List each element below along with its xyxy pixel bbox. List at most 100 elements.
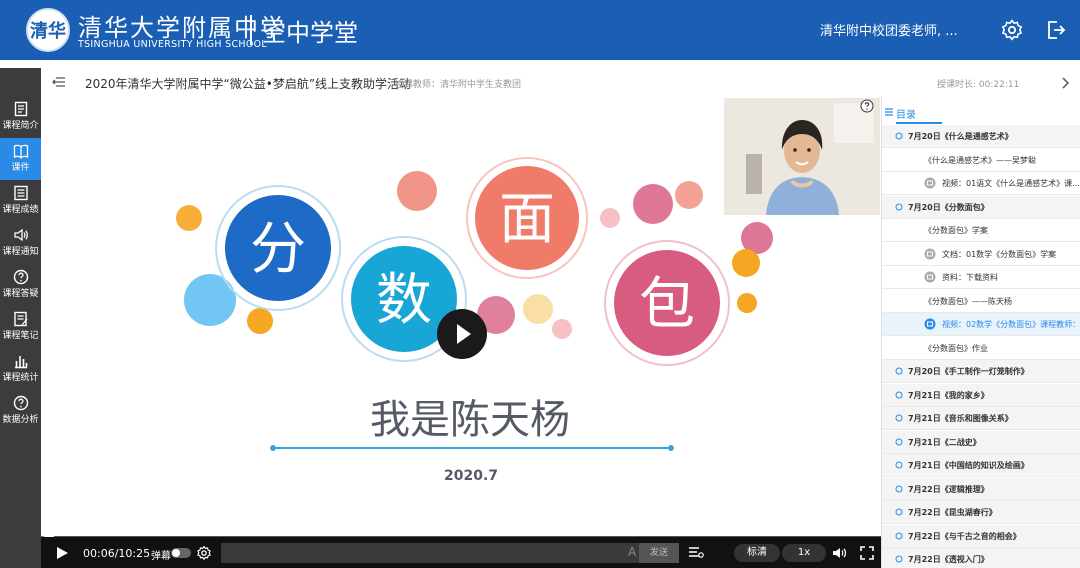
teacher-label: 授课教师：清华附中学生支教团 <box>395 80 522 90</box>
time-display: 00:06/10:25 <box>83 547 151 560</box>
sidebar-item-label: 数据分析 <box>2 415 39 425</box>
sidebar-item-qa[interactable]: 课程答疑 <box>0 264 41 306</box>
toc-chapter[interactable]: 7月21日《二战史》 <box>882 430 1080 454</box>
toc-item-label: 7月21日《音乐和图像关系》 <box>908 414 1013 423</box>
collapse-menu-icon[interactable] <box>52 76 66 88</box>
top-header: 清华 清华大学附属中学 TSINGHUA UNIVERSITY HIGH SCH… <box>0 0 1080 60</box>
video-icon <box>924 318 936 330</box>
danmu-toggle[interactable] <box>171 548 191 558</box>
toc-chapter[interactable]: 7月22日《逻辑推理》 <box>882 477 1080 501</box>
toc-item-label: 视频：02数学《分数面包》课程教师：... <box>942 320 1080 329</box>
sidebar-item-notice[interactable]: 课程通知 <box>0 222 41 264</box>
download-icon <box>924 271 936 283</box>
toc-item-label: 资料：下载资料 <box>942 273 998 282</box>
toc-item-label: 7月20日《什么是通感艺术》 <box>908 132 1013 141</box>
volume-icon[interactable] <box>832 546 848 560</box>
left-sidebar: 课程简介 课件 课程成绩 课程通知 课程答疑 课程笔记 课程统计 数据分析 <box>0 68 41 568</box>
toc-chapter[interactable]: 7月22日《昆虫湖春行》 <box>882 501 1080 524</box>
send-button[interactable]: 发送 <box>639 543 679 563</box>
sidebar-item-analysis[interactable]: 数据分析 <box>0 390 41 432</box>
toc-item-label: 7月20日《手工制作一灯笼制作》 <box>908 367 1029 376</box>
toc-chapter[interactable]: 7月20日《分数面包》 <box>882 195 1080 219</box>
settings-gear-icon[interactable] <box>1000 18 1024 42</box>
toc-tab-underline <box>896 122 942 124</box>
sidebar-item-label: 课程成绩 <box>2 205 39 215</box>
sidebar-item-label: 课程笔记 <box>2 331 39 341</box>
play-overlay-icon[interactable] <box>436 308 488 360</box>
chapter-bullet-icon <box>895 367 903 375</box>
speed-button[interactable]: 1x <box>782 544 826 562</box>
chevron-right-icon[interactable] <box>1061 76 1071 90</box>
toc-tab[interactable]: 目录 <box>896 106 916 121</box>
chapter-bullet-icon <box>895 203 903 210</box>
danmu-input[interactable] <box>221 543 639 563</box>
slide-date: 2020.7 <box>444 468 498 484</box>
play-icon[interactable] <box>55 546 69 560</box>
chapter-bullet-icon <box>895 555 903 563</box>
toc-resource[interactable]: 视频：02数学《分数面包》课程教师：... <box>882 313 1080 336</box>
fullscreen-icon[interactable] <box>860 546 874 560</box>
toc-section[interactable]: 《分数面包》作业 <box>882 337 1080 360</box>
toc-item-label: 7月21日《中国结的知识及绘画》 <box>908 461 1029 470</box>
toc-item-label: 视频：01语文《什么是通感艺术》课... <box>942 179 1080 188</box>
toc-section[interactable]: 《分数面包》——陈天杨 <box>882 290 1080 313</box>
document-icon <box>14 101 27 117</box>
sidebar-item-stats[interactable]: 课程统计 <box>0 348 41 390</box>
toc-chapter[interactable]: 7月20日《手工制作一灯笼制作》 <box>882 360 1080 383</box>
header-divider <box>250 15 252 45</box>
player-controls: 00:06/10:25 弹幕 A 发送 标清 1x <box>41 537 881 568</box>
school-name-cn: 清华大学附属中学 <box>78 14 286 42</box>
quality-button[interactable]: 标清 <box>734 544 780 562</box>
toc-resource[interactable]: 视频：01语文《什么是通感艺术》课... <box>882 172 1080 195</box>
sidebar-item-label: 课程简介 <box>2 121 39 131</box>
toc-list-icon <box>885 108 893 116</box>
toc-item-label: 7月22日《透视入门》 <box>908 555 989 564</box>
slide-char-fen: 分 <box>250 217 306 282</box>
font-style-icon[interactable]: A <box>628 545 636 559</box>
chapter-bullet-icon <box>895 391 903 398</box>
sidebar-item-label: 课件 <box>11 163 30 173</box>
question-icon <box>13 395 28 411</box>
slide-char-shu: 数 <box>376 268 432 333</box>
toc-section[interactable]: 《什么是通感艺术》——吴梦聪 <box>882 149 1080 172</box>
toc-chapter[interactable]: 7月21日《中国结的知识及绘画》 <box>882 454 1080 477</box>
webcam-person-image <box>724 98 880 215</box>
grade-icon <box>13 185 28 201</box>
toc-item-label: 文档：01数学《分数面包》学案 <box>942 249 1057 259</box>
danmu-settings-icon[interactable] <box>196 545 212 561</box>
brand-title: 空中学堂 <box>262 19 358 47</box>
toc-chapter[interactable]: 7月21日《我的家乡》 <box>882 383 1080 407</box>
toc-resource[interactable]: 文档：01数学《分数面包》学案 <box>882 243 1080 266</box>
toc-chapter[interactable]: 7月21日《音乐和图像关系》 <box>882 407 1080 430</box>
sidebar-item-grades[interactable]: 课程成绩 <box>0 180 41 222</box>
school-logo: 清华 <box>26 8 70 52</box>
sidebar-item-notes[interactable]: 课程笔记 <box>0 306 41 348</box>
toc-item-label: 《分数面包》——陈天杨 <box>924 296 1012 306</box>
webcam-view <box>724 98 880 215</box>
toc-chapter[interactable]: 7月22日《透视入门》 <box>882 548 1080 568</box>
danmu-list-icon[interactable] <box>688 546 704 560</box>
chapter-bullet-icon <box>895 461 903 469</box>
chapter-bullet-icon <box>895 132 903 140</box>
toc-item-label: 《分数面包》学案 <box>924 226 988 235</box>
toc-chapter[interactable]: 7月20日《什么是通感艺术》 <box>882 125 1080 148</box>
toc-item-label: 7月22日《逻辑推理》 <box>908 484 989 494</box>
toc-item-label: 7月20日《分数面包》 <box>908 202 989 212</box>
toc-section[interactable]: 《分数面包》学案 <box>882 219 1080 242</box>
sidebar-item-courseware[interactable]: 课件 <box>0 138 41 180</box>
duration-label: 授课时长: 00:22:11 <box>937 80 1020 90</box>
toc-panel: 目录 7月20日《什么是通感艺术》《什么是通感艺术》——吴梦聪视频：01语文《什… <box>881 96 1080 568</box>
toc-chapter[interactable]: 7月22日《与千古之音的相会》 <box>882 524 1080 548</box>
school-name-en: TSINGHUA UNIVERSITY HIGH SCHOOL <box>78 39 267 50</box>
toc-resource[interactable]: 资料：下载资料 <box>882 266 1080 289</box>
logout-icon[interactable] <box>1044 18 1068 42</box>
course-title: 2020年清华大学附属中学“微公益•梦启航”线上支教助学活动 <box>85 77 412 91</box>
sidebar-item-intro[interactable]: 课程简介 <box>0 96 41 138</box>
bar-chart-icon <box>14 356 27 369</box>
help-icon[interactable] <box>860 99 874 113</box>
toc-item-label: 7月21日《二战史》 <box>908 437 981 447</box>
course-title-bar: 2020年清华大学附属中学“微公益•梦启航”线上支教助学活动 授课教师：清华附中… <box>41 68 881 97</box>
user-name[interactable]: 清华附中校团委老师, ... <box>820 20 958 39</box>
chapter-bullet-icon <box>895 532 903 539</box>
sidebar-item-label: 课程统计 <box>2 373 39 383</box>
